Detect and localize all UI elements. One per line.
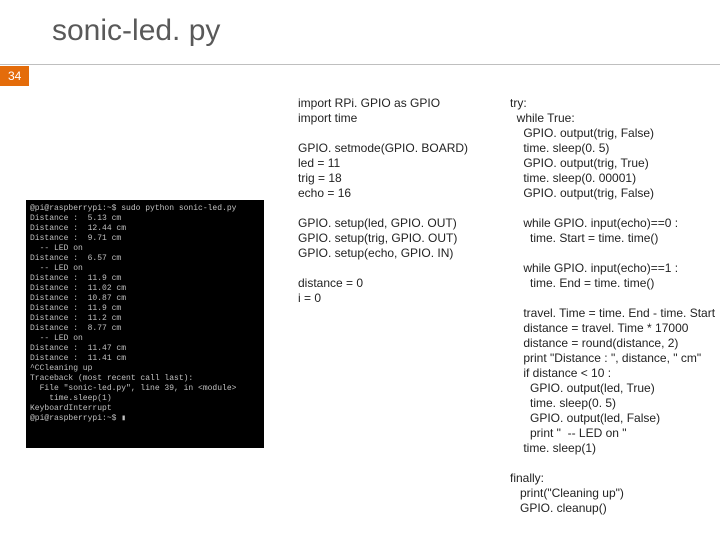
title-divider bbox=[0, 64, 720, 65]
code-column-left: import RPi. GPIO as GPIO import time GPI… bbox=[298, 96, 498, 306]
slide: sonic-led. py 34 @pi@raspberrypi:~$ sudo… bbox=[0, 0, 720, 540]
slide-title: sonic-led. py bbox=[52, 14, 220, 48]
page-number-badge: 34 bbox=[0, 66, 29, 86]
code-column-right: try: while True: GPIO. output(trig, Fals… bbox=[510, 96, 715, 516]
terminal-screenshot: @pi@raspberrypi:~$ sudo python sonic-led… bbox=[26, 200, 264, 448]
